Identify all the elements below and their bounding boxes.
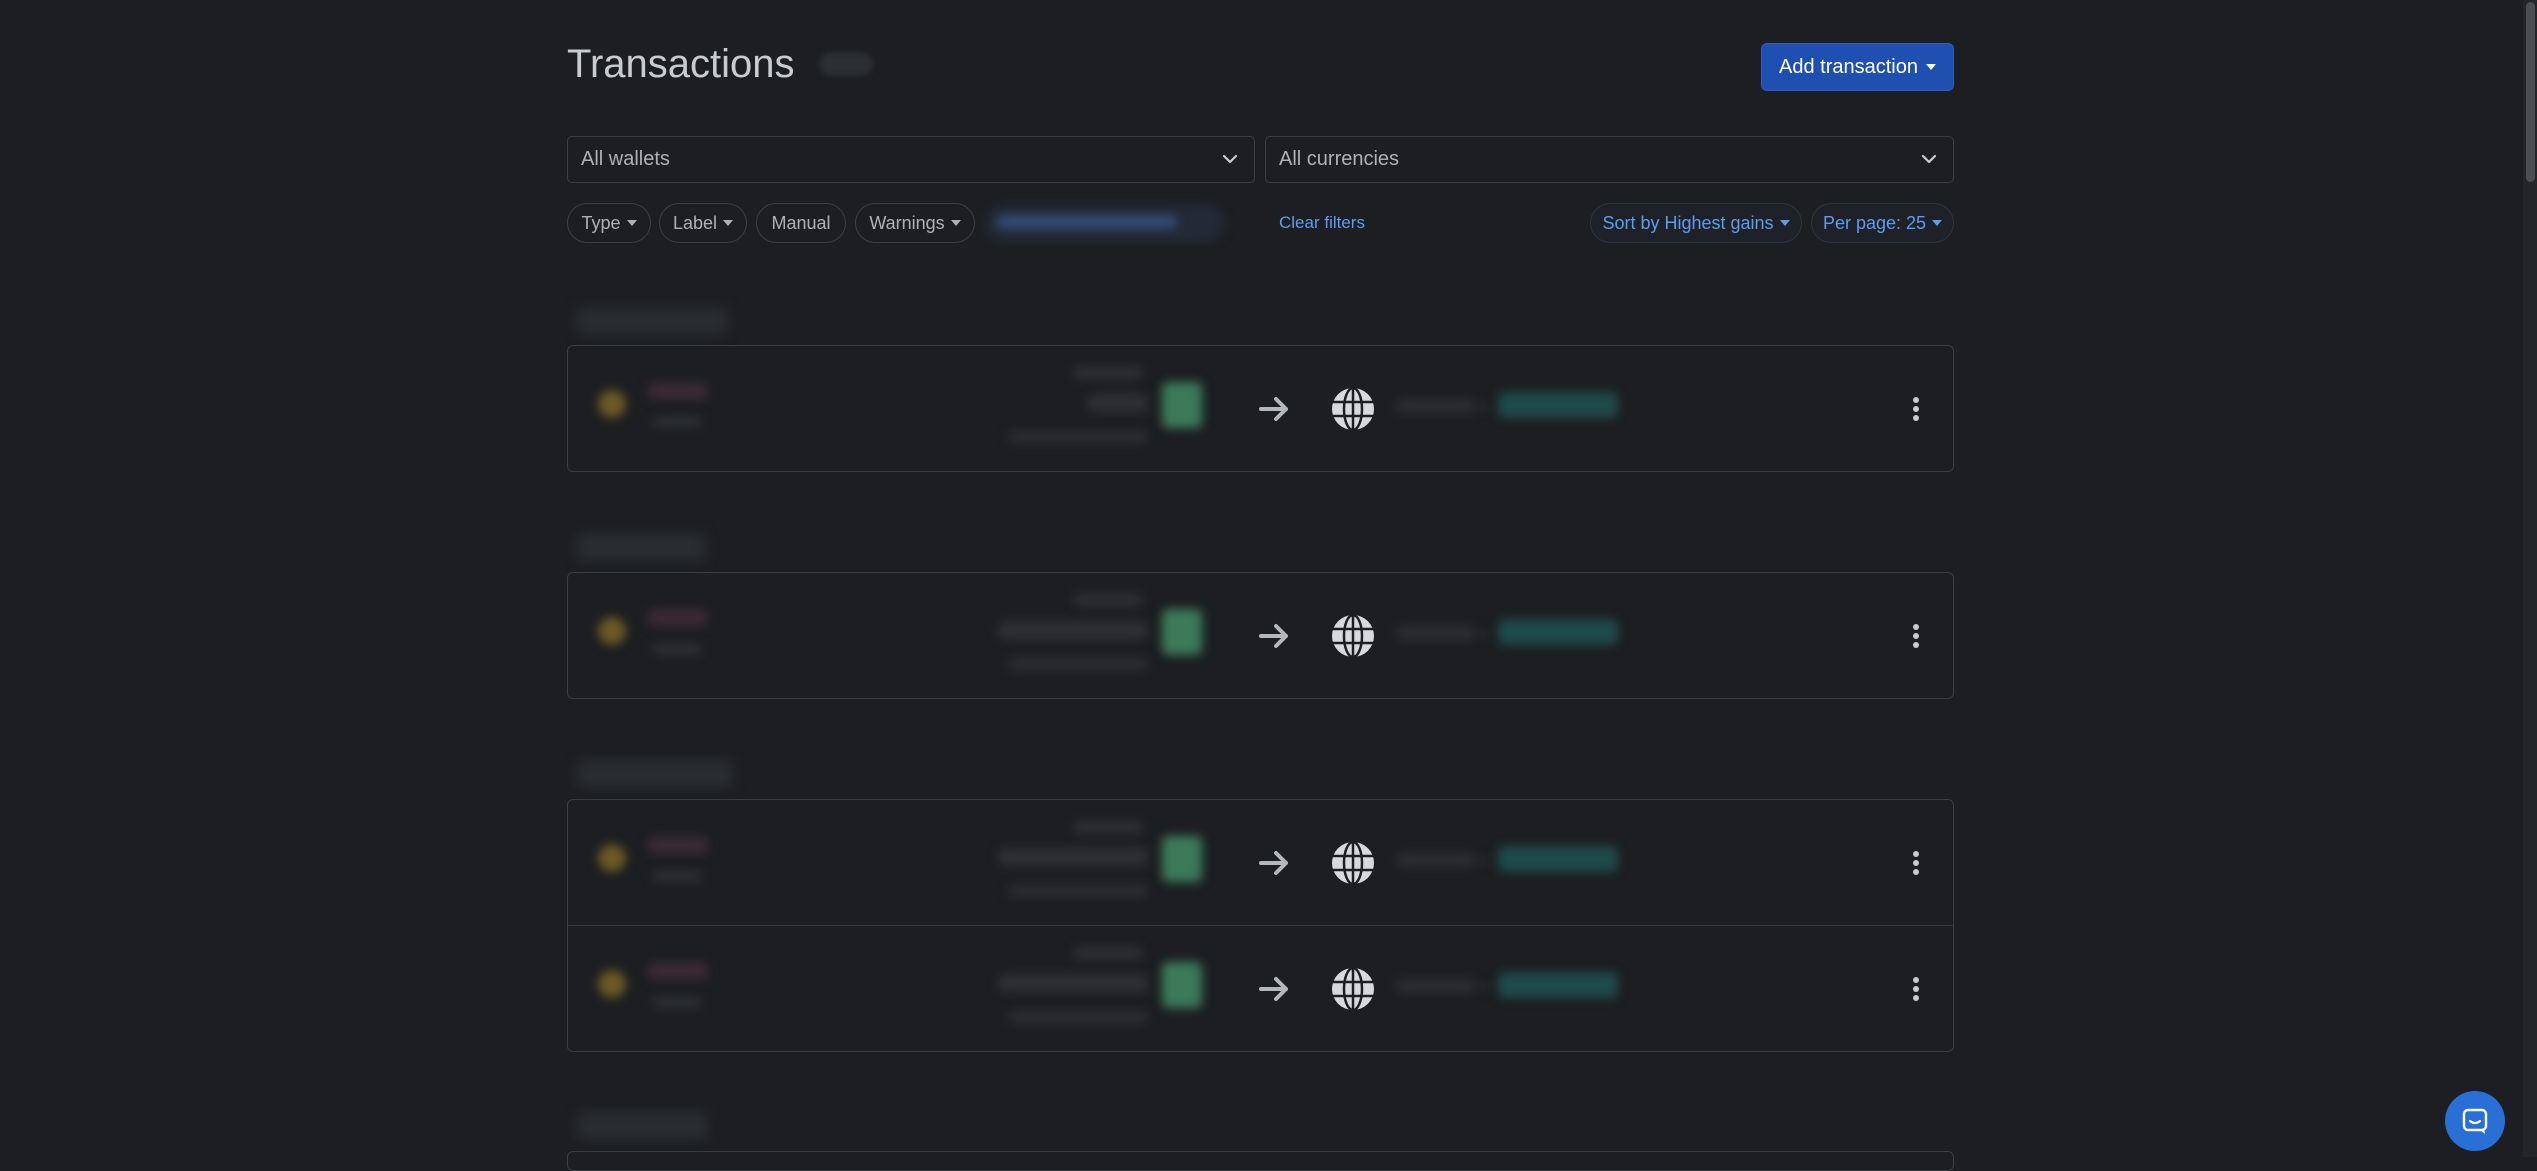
arrow-right-icon [1259, 851, 1288, 875]
caret-down-icon [1932, 220, 1943, 226]
chevron-down-icon [1921, 154, 1937, 164]
amount-top [1073, 946, 1143, 960]
wallet-name [1396, 852, 1476, 868]
amount-value [998, 974, 1148, 992]
asset-icon [598, 617, 626, 645]
transaction-group [567, 799, 1954, 1052]
wallet-tag [1498, 392, 1618, 418]
amount-value [1088, 394, 1148, 412]
currencies-select[interactable]: All currencies [1265, 136, 1954, 183]
chevron-down-icon [1222, 154, 1238, 164]
amount-top [1073, 820, 1143, 834]
caret-down-icon [723, 220, 734, 226]
warnings-filter-label: Warnings [869, 212, 945, 233]
caret-down-icon [950, 220, 961, 226]
page-scrollbar[interactable] [2523, 0, 2537, 1157]
transaction-count-badge [819, 52, 873, 76]
wallet-name [1396, 978, 1476, 994]
amount-value [998, 621, 1148, 639]
chat-launcher-button[interactable] [2445, 1091, 2505, 1151]
group-date [577, 1112, 707, 1140]
transaction-row[interactable] [568, 346, 1953, 471]
caret-down-icon [1779, 220, 1790, 226]
wallet-tag [1498, 972, 1618, 998]
separator-dot [1482, 631, 1488, 637]
currency-icon [1162, 382, 1202, 428]
per-page-label: Per page: 25 [1822, 212, 1927, 233]
asset-icon [598, 970, 626, 998]
add-transaction-button[interactable]: Add transaction [1761, 43, 1954, 91]
more-vertical-icon[interactable] [1912, 976, 1920, 1002]
group-date [577, 760, 733, 788]
wallets-select[interactable]: All wallets [567, 136, 1255, 183]
separator-dot [1482, 404, 1488, 410]
transaction-group [567, 572, 1954, 699]
currency-icon [1162, 962, 1202, 1008]
caret-down-icon [626, 220, 637, 226]
page-title: Transactions [567, 42, 795, 86]
transaction-group [567, 1151, 1954, 1171]
chat-icon [2462, 1108, 2488, 1134]
transaction-group [567, 345, 1954, 472]
globe-icon [1332, 386, 1374, 432]
label-filter-label: Label [672, 212, 718, 233]
scrollbar-thumb[interactable] [2526, 2, 2535, 182]
arrow-right-icon [1259, 397, 1288, 421]
amount-fiat [1008, 1010, 1148, 1024]
date-range-filter-text [997, 216, 1177, 228]
amount-top [1073, 593, 1143, 607]
currency-icon [1162, 836, 1202, 882]
globe-icon [1332, 840, 1374, 886]
add-transaction-label: Add transaction [1779, 56, 1918, 78]
caret-down-icon [1926, 64, 1936, 70]
more-vertical-icon[interactable] [1912, 623, 1920, 649]
clear-filters-link[interactable]: Clear filters [1279, 213, 1365, 233]
asset-sub [652, 416, 702, 428]
wallets-select-value: All wallets [581, 148, 670, 170]
arrow-right-icon [1259, 624, 1288, 648]
manual-filter-button[interactable]: Manual [756, 203, 846, 243]
asset-name [648, 609, 708, 627]
group-date [577, 307, 727, 335]
asset-sub [652, 870, 702, 882]
amount-value [998, 848, 1148, 866]
globe-icon [1332, 613, 1374, 659]
currencies-select-value: All currencies [1279, 148, 1400, 170]
per-page-button[interactable]: Per page: 25 [1811, 203, 1954, 243]
more-vertical-icon[interactable] [1912, 850, 1920, 876]
asset-icon [598, 390, 626, 418]
amount-fiat [1008, 430, 1148, 444]
type-filter-button[interactable]: Type [567, 203, 651, 243]
currency-icon [1162, 609, 1202, 655]
manual-filter-label: Manual [771, 212, 831, 233]
asset-name [648, 382, 708, 400]
asset-icon [598, 844, 626, 872]
sort-button[interactable]: Sort by Highest gains [1590, 203, 1802, 243]
transaction-row[interactable] [568, 800, 1953, 925]
type-filter-label: Type [581, 212, 621, 233]
asset-name [648, 962, 708, 980]
separator-dot [1482, 858, 1488, 864]
wallet-name [1396, 398, 1476, 414]
asset-name [648, 836, 708, 854]
wallet-name [1396, 625, 1476, 641]
transaction-row[interactable] [568, 573, 1953, 698]
amount-top [1073, 366, 1143, 380]
group-date [577, 533, 705, 561]
more-vertical-icon[interactable] [1912, 396, 1920, 422]
sort-label: Sort by Highest gains [1602, 212, 1774, 233]
warnings-filter-button[interactable]: Warnings [855, 203, 975, 243]
wallet-tag [1498, 846, 1618, 872]
asset-sub [652, 996, 702, 1008]
amount-fiat [1008, 657, 1148, 671]
wallet-tag [1498, 619, 1618, 645]
transaction-row[interactable] [568, 925, 1953, 1051]
amount-fiat [1008, 884, 1148, 898]
label-filter-button[interactable]: Label [659, 203, 747, 243]
globe-icon [1332, 966, 1374, 1012]
arrow-right-icon [1259, 977, 1288, 1001]
separator-dot [1482, 984, 1488, 990]
asset-sub [652, 643, 702, 655]
